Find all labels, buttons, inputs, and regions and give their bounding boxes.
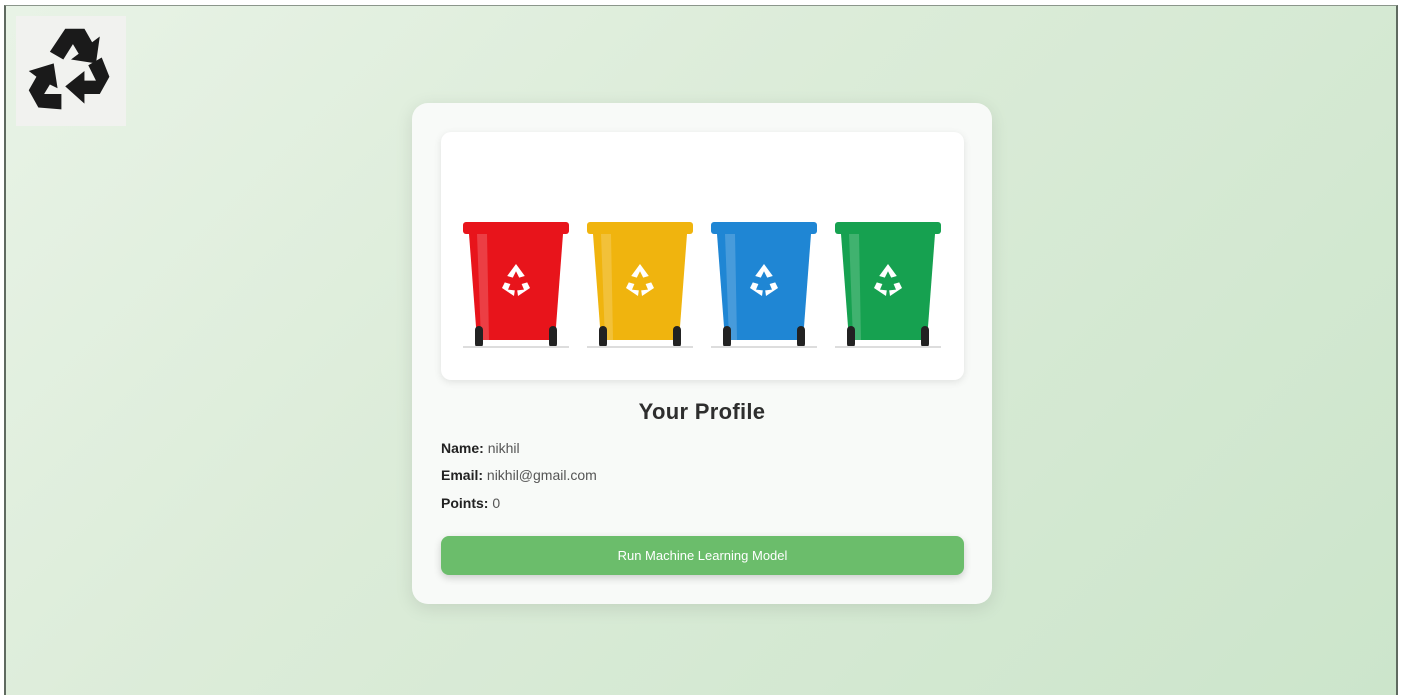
profile-name-row: Name: nikhil <box>441 440 520 456</box>
email-label: Email: <box>441 467 484 483</box>
email-value: nikhil@gmail.com <box>486 467 597 483</box>
page-title: Your Profile <box>638 399 766 424</box>
recycle-icon <box>28 28 110 110</box>
profile-email-row: Email: nikhil@gmail.com <box>441 467 597 483</box>
bin-yellow <box>587 222 693 348</box>
points-value: 0 <box>492 495 501 511</box>
profile-card: Your Profile Name: nikhil Email: nikhil@… <box>412 103 992 604</box>
bin-red <box>463 222 569 348</box>
bin-blue <box>711 222 817 348</box>
name-label: Name: <box>441 440 484 456</box>
run-model-button[interactable]: Run Machine Learning Model <box>441 536 964 575</box>
bin-green <box>835 222 941 348</box>
profile-points-row: Points: 0 <box>441 495 500 511</box>
app-logo[interactable] <box>16 16 126 126</box>
page-background: Your Profile Name: nikhil Email: nikhil@… <box>4 5 1398 695</box>
name-value: nikhil <box>487 440 520 456</box>
recycling-bins-image <box>441 132 964 380</box>
points-label: Points: <box>441 495 489 511</box>
